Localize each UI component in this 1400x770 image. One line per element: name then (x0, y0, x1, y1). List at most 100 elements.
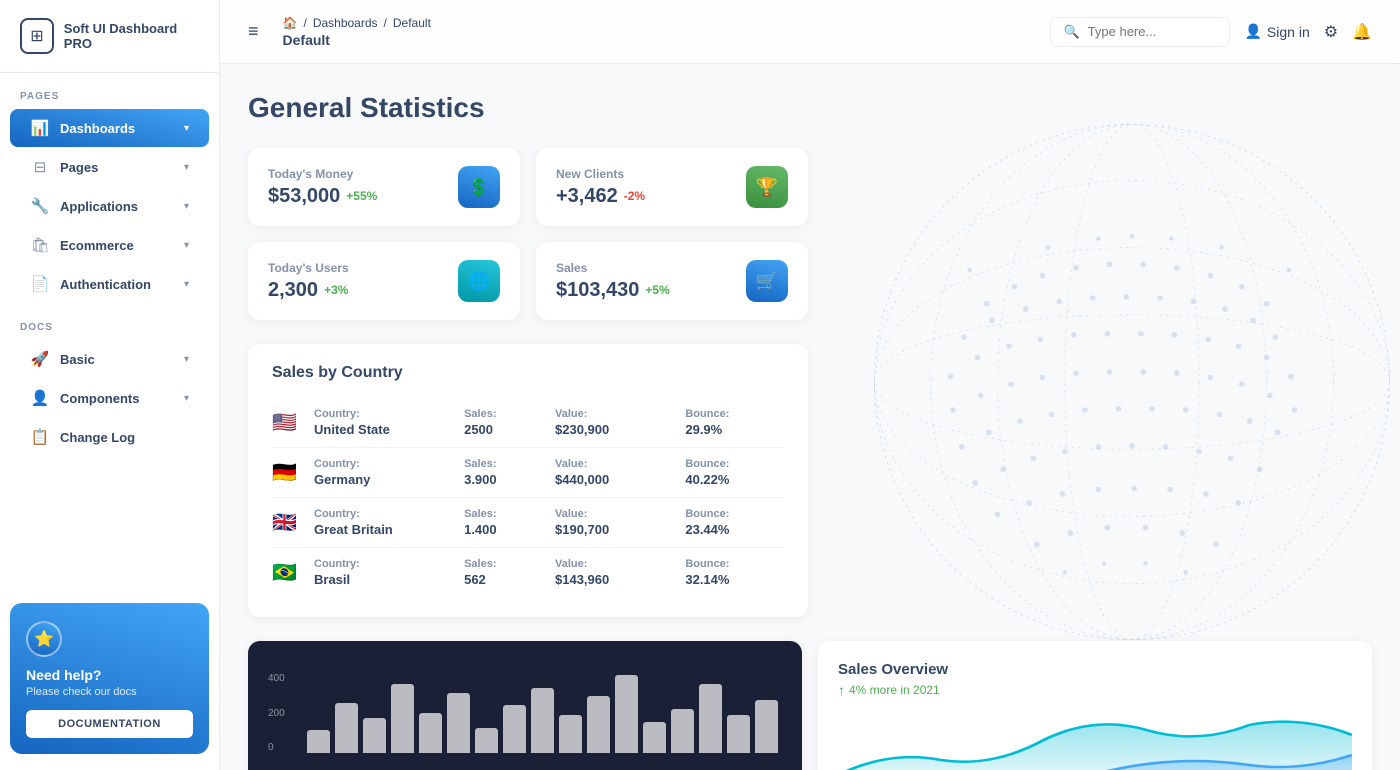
bar (391, 684, 414, 753)
notification-bell-icon[interactable]: 🔔 (1352, 22, 1372, 42)
home-icon: 🏠 (283, 16, 298, 30)
bar (363, 718, 386, 753)
chevron-down-icon: ▾ (184, 240, 189, 251)
bar (307, 730, 330, 753)
breadcrumb-dashboards: Dashboards (313, 16, 378, 30)
sign-in-button[interactable]: 👤 Sign in (1244, 23, 1309, 40)
bar (559, 715, 582, 753)
search-input[interactable] (1088, 24, 1208, 39)
applications-icon: 🔧 (30, 197, 50, 215)
breadcrumb-separator: / (303, 16, 306, 30)
changelog-icon: 📋 (30, 428, 50, 446)
chevron-down-icon: ▾ (184, 162, 189, 173)
help-star-icon: ⭐ (26, 621, 62, 657)
sales-overview-subtitle: ↑ 4% more in 2021 (838, 682, 1352, 698)
flag-br: 🇧🇷 (272, 560, 302, 585)
section-label-docs: DOCS (0, 304, 219, 339)
line-chart: 500 400 (838, 710, 1352, 770)
sidebar-item-dashboards[interactable]: 📊 Dashboards ▾ (10, 109, 209, 147)
user-icon: 👤 (1244, 23, 1261, 40)
sales-overview-card: Sales Overview ↑ 4% more in 2021 (818, 641, 1372, 770)
sidebar-item-label: Change Log (60, 430, 135, 445)
sidebar-item-basic[interactable]: 🚀 Basic ▾ (10, 340, 209, 378)
stat-value-sales: $103,430 +5% (556, 279, 670, 302)
bar (447, 693, 470, 753)
sidebar-item-label: Basic (60, 352, 95, 367)
hamburger-menu[interactable]: ≡ (248, 21, 259, 42)
breadcrumb-title: Default (283, 32, 431, 48)
sidebar-item-label: Authentication (60, 277, 151, 292)
pages-icon: ⊟ (30, 158, 50, 176)
sidebar-item-components[interactable]: 👤 Components ▾ (10, 379, 209, 417)
documentation-button[interactable]: DOCUMENTATION (26, 710, 193, 738)
globe-decoration (852, 72, 1400, 692)
stat-value-money: $53,000 +55% (268, 185, 377, 208)
stat-change-clients: -2% (624, 189, 645, 203)
bar (419, 713, 442, 753)
topbar-right: 🔍 👤 Sign in ⚙ 🔔 (1050, 17, 1372, 47)
section-label-pages: PAGES (0, 73, 219, 108)
search-box[interactable]: 🔍 (1050, 17, 1230, 47)
sidebar-item-label: Applications (60, 199, 138, 214)
bar (643, 722, 666, 753)
content-area: General Statistics Today's Money $53,000… (220, 64, 1400, 770)
sidebar-item-label: Dashboards (60, 121, 135, 136)
y-axis-labels: 400 200 0 (268, 673, 291, 753)
stat-value-clients: +3,462 -2% (556, 185, 645, 208)
bar (699, 684, 722, 753)
topbar-actions: 👤 Sign in ⚙ 🔔 (1244, 22, 1372, 42)
dashboards-icon: 📊 (30, 119, 50, 137)
main-content: ≡ 🏠 / Dashboards / Default Default 🔍 👤 (220, 0, 1400, 770)
sales-country-title: Sales by Country (272, 364, 784, 382)
flag-us: 🇺🇸 (272, 410, 302, 435)
country-row-us: 🇺🇸 Country: United State Sales: 2500 Val… (272, 398, 784, 448)
stat-label-users: Today's Users (268, 261, 349, 275)
stat-card-clients: New Clients +3,462 -2% 🏆 (536, 148, 808, 226)
stat-label-money: Today's Money (268, 167, 377, 181)
stat-change-users: +3% (324, 283, 348, 297)
chevron-down-icon: ▾ (184, 279, 189, 290)
sidebar-section-pages: PAGES 📊 Dashboards ▾ ⊟ Pages ▾ 🔧 Applica… (0, 73, 219, 304)
stat-icon-users: 🌐 (458, 260, 500, 302)
sidebar-item-label: Pages (60, 160, 98, 175)
bar (531, 688, 554, 753)
country-row-de: 🇩🇪 Country: Germany Sales: 3.900 Value: … (272, 448, 784, 498)
chevron-down-icon: ▾ (184, 354, 189, 365)
country-row-gb: 🇬🇧 Country: Great Britain Sales: 1.400 V… (272, 498, 784, 548)
content-wrapper: General Statistics Today's Money $53,000… (248, 92, 1372, 770)
stat-change-sales: +5% (645, 283, 669, 297)
stats-grid: Today's Money $53,000 +55% 💲 New Clients… (248, 148, 808, 320)
sidebar-item-label: Components (60, 391, 139, 406)
logo-icon: ⊞ (20, 18, 54, 54)
stat-label-clients: New Clients (556, 167, 645, 181)
topbar: ≡ 🏠 / Dashboards / Default Default 🔍 👤 (220, 0, 1400, 64)
bar-chart-card: 400 200 0 (248, 641, 802, 770)
sidebar-item-authentication[interactable]: 📄 Authentication ▾ (10, 265, 209, 303)
sidebar-item-changelog[interactable]: 📋 Change Log (10, 418, 209, 456)
stat-icon-sales: 🛒 (746, 260, 788, 302)
bar (587, 696, 610, 753)
settings-icon[interactable]: ⚙ (1324, 22, 1338, 42)
stat-icon-money: 💲 (458, 166, 500, 208)
help-title: Need help? (26, 667, 193, 683)
flag-de: 🇩🇪 (272, 460, 302, 485)
stat-card-money: Today's Money $53,000 +55% 💲 (248, 148, 520, 226)
auth-icon: 📄 (30, 275, 50, 293)
chevron-down-icon: ▾ (184, 201, 189, 212)
stat-value-users: 2,300 +3% (268, 279, 349, 302)
sidebar-item-applications[interactable]: 🔧 Applications ▾ (10, 187, 209, 225)
breadcrumb-current: Default (393, 16, 431, 30)
stat-card-sales: Sales $103,430 +5% 🛒 (536, 242, 808, 320)
page-title: General Statistics (248, 92, 1372, 124)
bar-chart (303, 673, 782, 753)
bar (615, 675, 638, 753)
sidebar-item-ecommerce[interactable]: 🛍 Ecommerce ▾ (10, 226, 209, 264)
ecommerce-icon: 🛍 (30, 236, 50, 254)
charts-row: 400 200 0 Sales Overview ↑ (248, 641, 1372, 770)
sidebar-section-docs: DOCS 🚀 Basic ▾ 👤 Components ▾ 📋 Change L… (0, 304, 219, 457)
bar (503, 705, 526, 753)
sidebar-item-pages[interactable]: ⊟ Pages ▾ (10, 148, 209, 186)
sidebar-item-label: Ecommerce (60, 238, 134, 253)
bar (727, 715, 750, 753)
breadcrumb-separator2: / (384, 16, 387, 30)
